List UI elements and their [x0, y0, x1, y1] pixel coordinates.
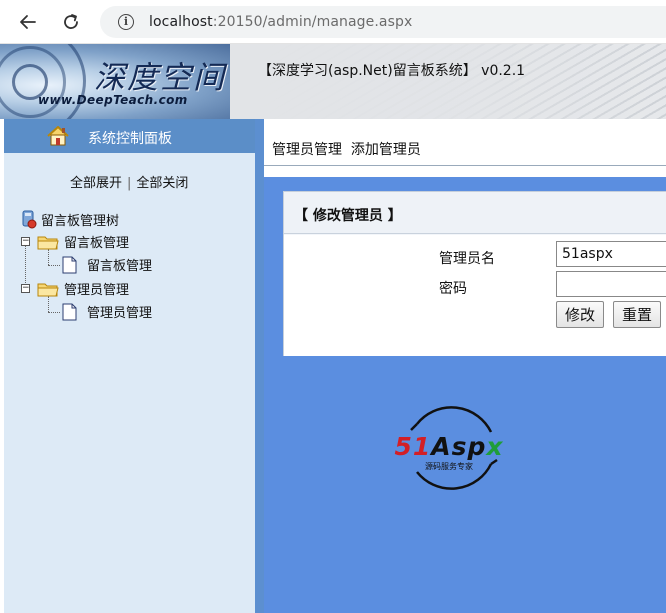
back-arrow-icon [20, 15, 36, 29]
password-input[interactable] [556, 271, 666, 297]
browser-toolbar: i localhost:20150/admin/manage.aspx [0, 0, 666, 44]
site-logo: 深度空间 www.DeepTeach.com [0, 44, 230, 119]
add-admin-link[interactable]: 添加管理员 [351, 142, 421, 158]
reload-icon [64, 14, 78, 29]
sidebar-header: 系统控制面板 [4, 119, 255, 153]
edit-admin-form: 【 修改管理员 】 管理员名 密码 修改 重置 [283, 191, 666, 356]
tree-root-label: 留言板管理树 [41, 213, 120, 229]
home-icon [47, 126, 69, 146]
frame-divider[interactable] [255, 119, 264, 613]
form-body: 管理员名 密码 修改 重置 [284, 235, 666, 356]
form-header: 【 修改管理员 】 [284, 192, 666, 234]
tree-item[interactable]: 管理员管理 [62, 302, 152, 321]
reset-button[interactable]: 重置 [613, 301, 662, 328]
tree-item-label: 留言板管理 [87, 259, 153, 274]
sidebar: 系统控制面板 全部展开 | 全部关闭 留言板管理树 − 留言板管理 留言板管理 − [4, 119, 255, 613]
tree-item-label: 管理员管理 [87, 306, 153, 321]
modify-button[interactable]: 修改 [556, 301, 605, 328]
expand-all-link[interactable]: 全部展开 [70, 176, 122, 191]
tree-item[interactable]: 留言板管理 [62, 255, 152, 274]
collapse-all-link[interactable]: 全部关闭 [136, 176, 188, 191]
logo-url: www.DeepTeach.com [38, 93, 188, 107]
document-icon [62, 303, 77, 320]
folder-icon [37, 236, 59, 249]
tree-root[interactable]: 留言板管理树 [19, 209, 119, 229]
site-banner: 深度空间 www.DeepTeach.com 【深度学习(asp.Net)留言板… [0, 44, 666, 119]
reload-button[interactable] [57, 8, 85, 36]
document-icon [62, 256, 77, 273]
tree-group[interactable]: 留言板管理 [37, 232, 129, 251]
form-title: 【 修改管理员 】 [294, 208, 402, 224]
tree-group-label: 留言板管理 [64, 236, 130, 251]
main-content: 管理员管理 添加管理员 【 修改管理员 】 管理员名 密码 修改 重置 51As… [264, 119, 666, 613]
collapse-toggle[interactable]: − [21, 237, 30, 246]
watermark-subtitle: 源码服务专家 [425, 462, 473, 471]
tree-group[interactable]: 管理员管理 [37, 279, 129, 298]
admin-manage-link[interactable]: 管理员管理 [272, 142, 342, 158]
database-icon [22, 210, 37, 229]
watermark-logo: 51Aspx 源码服务专家 [387, 402, 511, 494]
page-header: 管理员管理 添加管理员 [264, 119, 666, 166]
collapse-toggle[interactable]: − [21, 284, 30, 293]
logo-title: 深度空间 [94, 60, 226, 96]
address-url[interactable]: localhost:20150/admin/manage.aspx [149, 14, 412, 30]
tree-controls: 全部展开 | 全部关闭 [70, 176, 189, 191]
system-title: 【深度学习(asp.Net)留言板系统】 v0.2.1 [258, 63, 526, 79]
tree-group-label: 管理员管理 [64, 283, 130, 298]
site-info-icon[interactable]: i [118, 14, 134, 30]
sidebar-header-title: 系统控制面板 [88, 131, 172, 147]
watermark-text: 51Aspx [394, 432, 504, 461]
folder-icon [37, 283, 59, 296]
username-input[interactable] [556, 241, 666, 267]
password-label: 密码 [439, 281, 467, 297]
username-label: 管理员名 [439, 251, 495, 267]
back-button[interactable] [14, 8, 42, 36]
